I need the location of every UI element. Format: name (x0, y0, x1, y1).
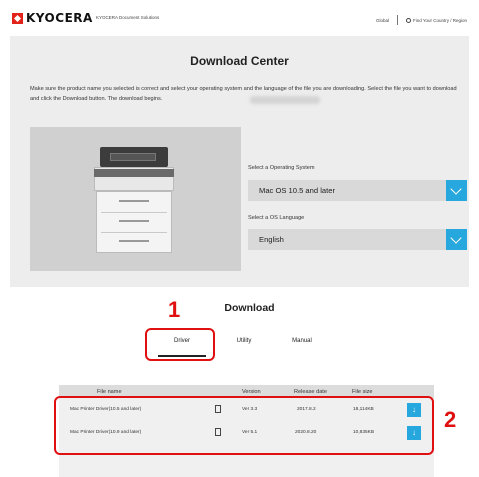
tab-utility[interactable]: Utility (226, 338, 262, 344)
chevron-down-icon[interactable] (446, 180, 467, 201)
header-version: Version (242, 389, 261, 395)
header-release-date: Release date (294, 389, 327, 395)
language-select[interactable]: English (248, 229, 467, 250)
language-select-value: English (259, 235, 284, 244)
logo-subtitle: KYOCERA Document Solutions (96, 15, 160, 20)
chevron-down-icon[interactable] (446, 229, 467, 250)
header-file-name: File name (97, 389, 122, 395)
highlight-box-driver-tab (145, 328, 215, 361)
kyocera-logo-icon (12, 12, 23, 24)
download-tabs: Driver Utility Manual (0, 338, 479, 352)
page-title: Download Center (190, 54, 289, 68)
download-heading: Download (224, 302, 275, 314)
os-select-label: Select a Operating System (248, 165, 315, 171)
header-file-size: File size (352, 389, 373, 395)
language-select-label: Select a OS Language (248, 215, 305, 221)
global-link[interactable]: Global (376, 18, 389, 23)
globe-icon (405, 17, 411, 23)
printer-illustration (92, 147, 176, 253)
os-select-value: Mac OS 10.5 and later (259, 186, 335, 195)
top-links: Global Find Your Country / Region (376, 15, 467, 25)
divider (396, 15, 398, 25)
logo-text: KYOCERA (26, 11, 93, 25)
callout-marker-2: 2 (444, 407, 457, 432)
highlight-box-file-rows (54, 396, 434, 455)
top-bar: KYOCERA KYOCERA Document Solutions Globa… (0, 0, 479, 36)
product-name-blurred (250, 96, 320, 104)
kyocera-logo[interactable]: KYOCERA (12, 11, 93, 25)
os-select[interactable]: Mac OS 10.5 and later (248, 180, 467, 201)
instructions-text: Make sure the product name you selected … (30, 86, 457, 102)
product-image (30, 127, 241, 271)
country-region-link[interactable]: Find Your Country / Region (413, 18, 467, 23)
tab-manual[interactable]: Manual (280, 338, 324, 344)
